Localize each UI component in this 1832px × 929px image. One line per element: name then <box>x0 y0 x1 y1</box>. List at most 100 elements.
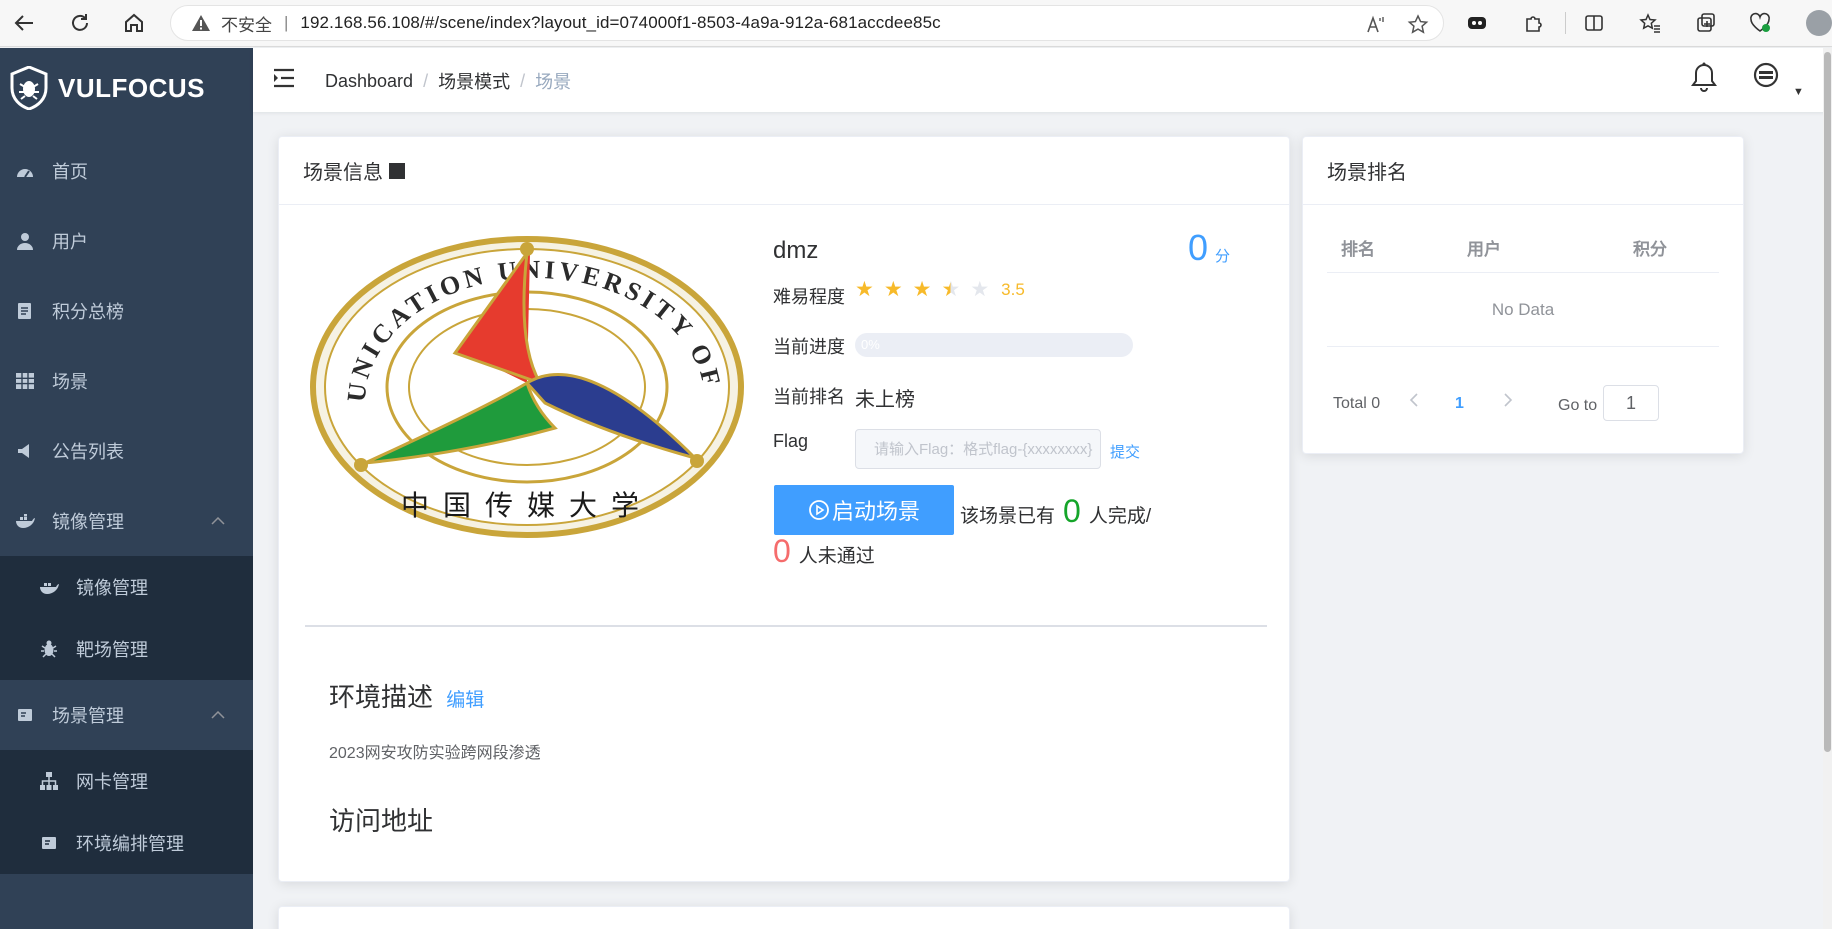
insecure-label: 不安全 <box>221 15 272 35</box>
access-address-title: 访问地址 <box>329 806 434 836</box>
ranking-header: 场景排名 <box>1303 137 1743 205</box>
submit-flag-link[interactable]: 提交 <box>1110 441 1140 462</box>
sidebar-item-image-management[interactable]: 镜像管理 <box>0 486 253 556</box>
sidebar-item-label: 用户 <box>52 232 88 252</box>
column-score: 积分 <box>1633 240 1667 259</box>
star-icon: ★ <box>855 278 874 301</box>
page-number[interactable]: 1 <box>1455 395 1464 413</box>
scene-submenu: 网卡管理 环境编排管理 <box>0 750 253 874</box>
layout-icon <box>38 836 60 850</box>
breadcrumb-scene-mode[interactable]: 场景模式 <box>438 68 510 94</box>
extensions-puzzle-icon[interactable] <box>1520 9 1548 37</box>
start-scene-button[interactable]: 启动场景 <box>774 485 954 535</box>
section-divider <box>305 625 1267 627</box>
sidebar: VULFOCUS 首页 用户 积分总榜 场景 公告列表 镜像管理 镜像管理 靶场… <box>0 48 253 929</box>
image-submenu: 镜像管理 靶场管理 <box>0 556 253 680</box>
column-rank: 排名 <box>1341 240 1375 259</box>
extension-game-icon[interactable] <box>1463 9 1491 37</box>
env-desc-text: 2023网安攻防实验跨网段渗透 <box>329 745 541 762</box>
submenu-item-network-management[interactable]: 网卡管理 <box>0 750 253 812</box>
refresh-icon[interactable] <box>64 8 96 38</box>
back-arrow-icon[interactable] <box>8 8 40 38</box>
column-user: 用户 <box>1467 240 1501 259</box>
browser-essentials-icon[interactable] <box>1746 9 1774 37</box>
address-separator: | <box>284 13 289 32</box>
chevron-right-icon[interactable] <box>1503 391 1513 414</box>
logo-chinese-text: 中国传媒大学 <box>401 489 653 522</box>
sidebar-item-label: 首页 <box>52 162 88 182</box>
submenu-item-image-management[interactable]: 镜像管理 <box>0 556 253 618</box>
half-star-icon: ★ <box>941 278 961 301</box>
pagination-total: Total 0 <box>1333 395 1381 412</box>
caret-down-icon[interactable]: ▼ <box>1793 86 1804 98</box>
chevron-left-icon[interactable] <box>1409 391 1419 414</box>
breadcrumb-separator: / <box>520 70 526 91</box>
favorite-star-icon[interactable] <box>1407 14 1429 42</box>
collections-icon[interactable] <box>1692 9 1720 37</box>
read-aloud-icon[interactable] <box>1365 14 1387 42</box>
completed-count: 0 <box>1063 493 1081 529</box>
breadcrumb-dashboard[interactable]: Dashboard <box>325 71 413 92</box>
sidebar-item-label: 镜像管理 <box>52 512 124 532</box>
rating-value: 3.5 <box>1001 279 1025 299</box>
progress-text: 0% <box>861 337 880 352</box>
browser-toolbar: 不安全 | 192.168.56.108/#/scene/index?layou… <box>0 0 1832 47</box>
top-navbar: Dashboard / 场景模式 / 场景 ▼ <box>253 48 1832 112</box>
ranking-doc-icon <box>14 302 36 320</box>
scene-ranking-card: 场景排名 排名 用户 积分 No Data Total 0 1 Go to <box>1302 136 1744 454</box>
brand-name: VULFOCUS <box>58 72 205 103</box>
chevron-up-icon <box>211 706 225 722</box>
difficulty-label: 难易程度 <box>773 287 845 307</box>
warning-icon <box>192 15 210 31</box>
page-scrollbar[interactable] <box>1823 48 1832 929</box>
bell-icon[interactable] <box>1691 62 1717 97</box>
sidebar-item-home[interactable]: 首页 <box>0 136 253 206</box>
breadcrumb-separator: / <box>423 70 429 91</box>
university-logo: COMMUNICATION UNIVERSITY OF CHINA 中国传媒大学 <box>305 233 749 541</box>
scrollbar-thumb[interactable] <box>1824 52 1831 752</box>
difficulty-rating: ★ ★ ★ ★ ★ 3.5 <box>855 279 1025 300</box>
sidebar-item-ranking[interactable]: 积分总榜 <box>0 276 253 346</box>
submenu-item-label: 网卡管理 <box>76 772 148 792</box>
sidebar-item-scene-management[interactable]: 场景管理 <box>0 680 253 750</box>
network-icon <box>38 772 60 790</box>
sidebar-item-label: 场景 <box>52 372 88 392</box>
rank-label: 当前排名 <box>773 387 845 407</box>
failed-suffix: 人未通过 <box>798 546 875 567</box>
favorites-icon[interactable] <box>1636 9 1664 37</box>
score-unit: 分 <box>1215 248 1231 265</box>
bug-icon <box>38 640 60 658</box>
sidebar-item-label: 场景管理 <box>52 706 124 726</box>
play-circle-icon <box>809 500 829 520</box>
url-text[interactable]: 192.168.56.108/#/scene/index?layout_id=0… <box>300 13 940 33</box>
edit-link[interactable]: 编辑 <box>446 690 484 711</box>
breadcrumb-current: 场景 <box>535 72 572 92</box>
submenu-item-layout-management[interactable]: 环境编排管理 <box>0 812 253 874</box>
completed-prefix: 该场景已有 <box>960 506 1056 527</box>
submenu-item-label: 靶场管理 <box>76 640 148 660</box>
user-icon <box>14 232 36 250</box>
rank-value: 未上榜 <box>855 389 915 411</box>
scene-info-header: 场景信息 <box>279 137 1289 205</box>
ranking-table-header: 排名 用户 积分 <box>1327 215 1719 273</box>
profile-avatar-icon[interactable] <box>1806 10 1832 36</box>
goto-page-input[interactable] <box>1603 385 1659 421</box>
split-screen-icon[interactable] <box>1580 9 1608 37</box>
pagination: Total 0 1 Go to <box>1303 385 1743 421</box>
submenu-item-label: 镜像管理 <box>76 578 148 598</box>
env-desc-title: 环境描述 编辑 <box>329 677 484 714</box>
hamburger-icon[interactable] <box>273 68 295 93</box>
brand-logo[interactable]: VULFOCUS <box>10 66 205 110</box>
docker-icon <box>14 514 36 528</box>
sidebar-item-scene[interactable]: 场景 <box>0 346 253 416</box>
submenu-item-range-management[interactable]: 靶场管理 <box>0 618 253 680</box>
flag-input[interactable] <box>855 429 1101 469</box>
megaphone-icon <box>14 443 36 459</box>
submenu-item-label: 环境编排管理 <box>76 834 184 854</box>
address-bar[interactable]: 不安全 | 192.168.56.108/#/scene/index?layou… <box>170 5 1444 41</box>
toolbar-divider <box>1565 12 1566 34</box>
sidebar-item-announcements[interactable]: 公告列表 <box>0 416 253 486</box>
user-avatar-icon[interactable] <box>1753 62 1779 93</box>
home-icon[interactable] <box>118 8 150 38</box>
sidebar-item-users[interactable]: 用户 <box>0 206 253 276</box>
